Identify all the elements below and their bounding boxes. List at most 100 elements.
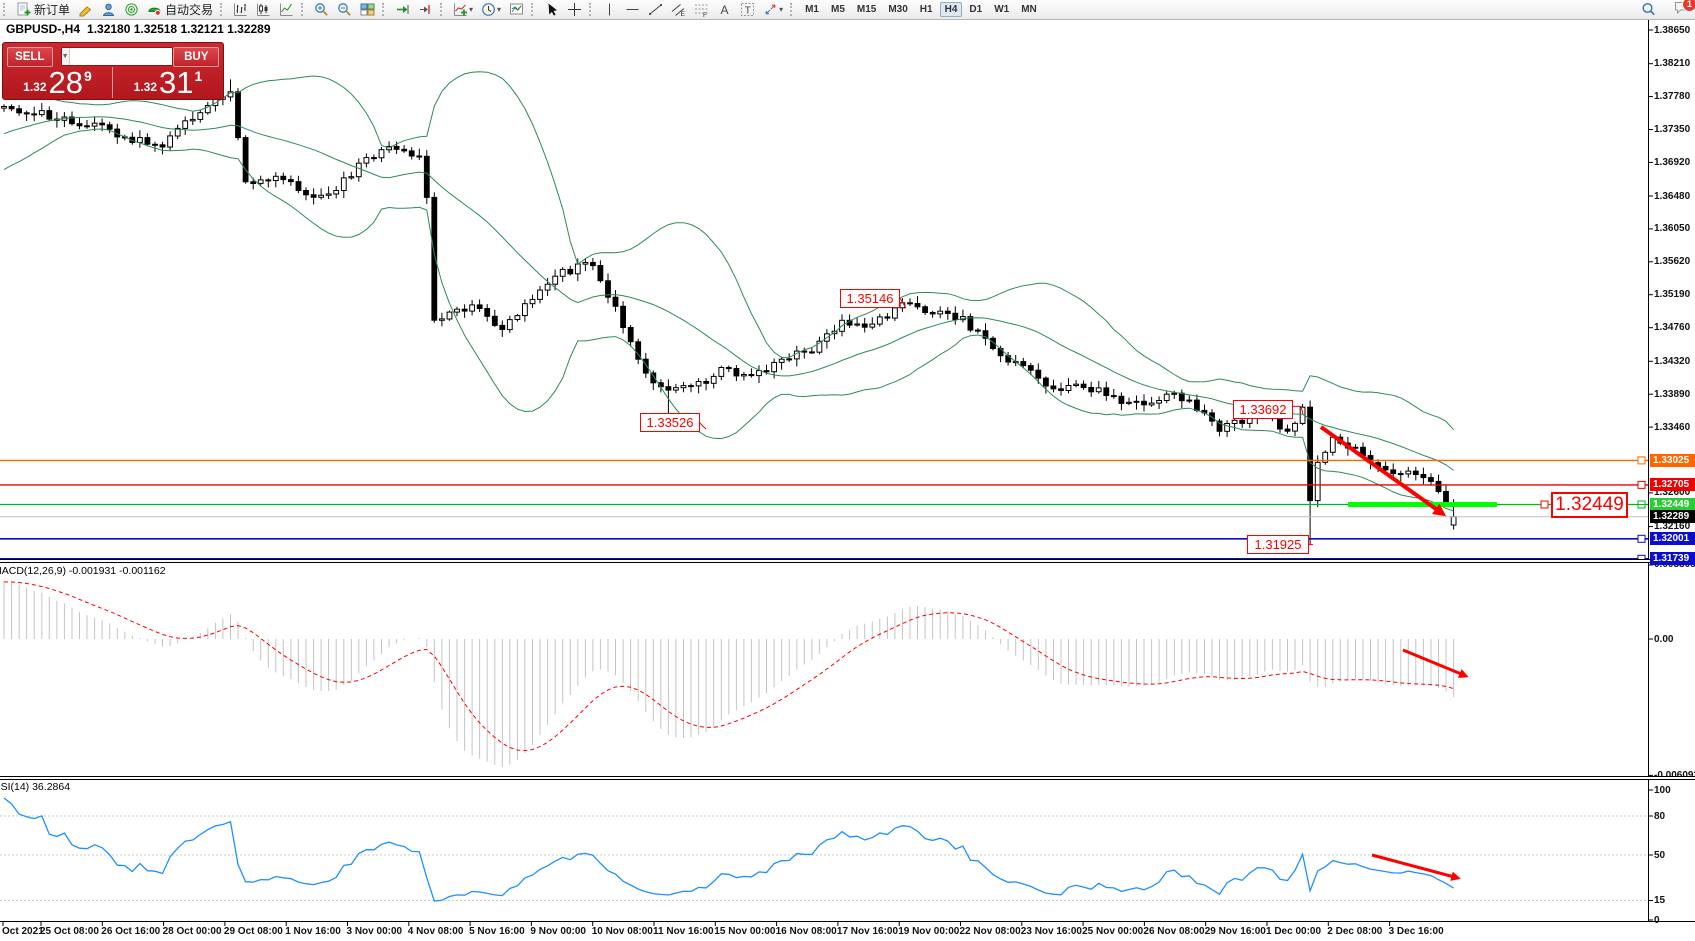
svg-text:E: E — [681, 11, 686, 17]
time-label-1: 25 Oct 08:00 — [40, 926, 99, 937]
timeframe-m30-button[interactable]: M30 — [883, 2, 912, 17]
time-label-5: 1 Nov 16:00 — [285, 926, 341, 937]
indicator-icon — [453, 2, 468, 17]
macd-pane-separator[interactable] — [0, 559, 1695, 563]
timeframe-m1-button[interactable]: M1 — [800, 2, 824, 17]
price-tick-1.36920: 1.36920 — [1654, 157, 1690, 168]
time-label-2: 26 Oct 16:00 — [101, 926, 160, 937]
sell-price[interactable]: 1.32 28 9 — [3, 67, 113, 98]
price-annotation-1.33526[interactable]: 1.33526 — [640, 413, 700, 432]
text-button[interactable]: A — [714, 0, 735, 19]
horizontal-line-button[interactable] — [622, 0, 643, 19]
price-chart[interactable] — [0, 0, 1695, 941]
zoom-out-button[interactable] — [334, 0, 355, 19]
new-order-label: 新订单 — [34, 1, 70, 18]
price-tick-1.38650: 1.38650 — [1654, 25, 1690, 36]
candles-icon — [256, 2, 271, 17]
line-chart-button[interactable] — [276, 0, 297, 19]
time-label-19: 26 Nov 08:00 — [1143, 926, 1204, 937]
crosshair-button[interactable] — [564, 0, 585, 19]
price-annotation-1.32449[interactable]: 1.32449 — [1551, 492, 1628, 518]
buy-price[interactable]: 1.32 31 1 — [113, 67, 223, 98]
price-annotation-1.31925[interactable]: 1.31925 — [1247, 535, 1309, 554]
price-tick-1.36480: 1.36480 — [1654, 191, 1690, 202]
equidistant-channel-button[interactable]: E — [668, 0, 689, 19]
price-marker-1.31739: 1.31739 — [1650, 552, 1695, 565]
periods-button[interactable]: ▾ — [478, 0, 504, 19]
bar-chart-button[interactable] — [230, 0, 251, 19]
candlestick-chart-button[interactable] — [253, 0, 274, 19]
vertical-line-button[interactable] — [599, 0, 620, 19]
timeframe-mn-button[interactable]: MN — [1016, 2, 1042, 17]
price-annotation-1.33692[interactable]: 1.33692 — [1233, 400, 1293, 419]
templates-button[interactable] — [506, 0, 527, 19]
text-label-button[interactable]: T — [737, 0, 758, 19]
price-tick-1.35190: 1.35190 — [1654, 289, 1690, 300]
time-label-4: 29 Oct 08:00 — [224, 926, 283, 937]
sell-button[interactable]: SELL — [7, 47, 53, 67]
price-marker-1.32289: 1.32289 — [1650, 510, 1695, 523]
profile-button[interactable] — [98, 0, 119, 19]
channel-icon: E — [671, 2, 686, 17]
chevron-down-icon[interactable]: ▾ — [469, 5, 473, 14]
chat-button[interactable]: 1 — [1674, 0, 1689, 20]
crosshair-icon — [567, 2, 582, 17]
buy-button[interactable]: BUY — [173, 47, 219, 67]
one-click-trading-panel: SELL ▼ ▲ BUY 1.32 28 9 1.32 31 1 — [2, 42, 224, 100]
chevron-down-icon[interactable]: ▾ — [497, 5, 501, 14]
mt4-window: 新订单 自动交易 ▾ ▾ EFAT ▾ M1M5M15M30H1H4D1W1MN 1 GBPU… — [0, 0, 1695, 941]
rsi-line — [4, 798, 1454, 901]
volume-decrease-button[interactable]: ▼ — [62, 48, 70, 65]
price-tick-1.36050: 1.36050 — [1654, 223, 1690, 234]
trade-controls-row: SELL ▼ ▲ BUY — [3, 47, 223, 66]
hline-icon — [625, 2, 640, 17]
rsi-tick-0: 0 — [1654, 915, 1660, 926]
template-icon — [509, 2, 524, 17]
time-label-12: 15 Nov 00:00 — [714, 926, 775, 937]
time-label-21: 1 Dec 00:00 — [1266, 926, 1321, 937]
rsi-pane-separator[interactable] — [0, 776, 1695, 780]
clock-icon — [481, 2, 496, 17]
toolbar-grip — [531, 3, 536, 16]
new-order-button[interactable]: 新订单 — [13, 0, 73, 19]
timeframe-m5-button[interactable]: M5 — [826, 2, 850, 17]
zoom-in-icon — [314, 2, 329, 17]
zoom-in-button[interactable] — [311, 0, 332, 19]
time-label-11: 11 Nov 16:00 — [653, 926, 714, 937]
time-label-14: 17 Nov 16:00 — [837, 926, 898, 937]
chart-header: GBPUSD-,H41.32180 1.32518 1.32121 1.3228… — [6, 22, 278, 36]
vline-icon — [602, 2, 617, 17]
search-button[interactable] — [1638, 0, 1659, 19]
chart-shift-button[interactable] — [415, 0, 436, 19]
signals-button[interactable] — [121, 0, 142, 19]
price-marker-1.32705: 1.32705 — [1650, 478, 1695, 491]
toolbar-grip — [589, 3, 594, 16]
trendline-button[interactable] — [645, 0, 666, 19]
autotrading-button[interactable]: 自动交易 — [144, 0, 216, 19]
autotrading-label: 自动交易 — [165, 1, 213, 18]
timeframe-h4-button[interactable]: H4 — [940, 2, 963, 17]
radar-icon — [124, 2, 139, 17]
macd-histogram — [4, 581, 1454, 767]
metaeditor-button[interactable] — [75, 0, 96, 19]
fibonacci-button[interactable]: F — [691, 0, 712, 19]
volume-input[interactable] — [70, 48, 174, 65]
price-tick-1.35620: 1.35620 — [1654, 256, 1690, 267]
auto-scroll-button[interactable] — [392, 0, 413, 19]
autotrade-icon — [147, 2, 162, 17]
notification-badge: 1 — [1682, 0, 1695, 12]
timeframe-m15-button[interactable]: M15 — [852, 2, 881, 17]
price-annotation-1.35146[interactable]: 1.35146 — [840, 289, 900, 308]
chevron-down-icon[interactable]: ▾ — [779, 5, 783, 14]
price-tick-1.37350: 1.37350 — [1654, 124, 1690, 135]
svg-text:T: T — [745, 6, 751, 17]
cursor-button[interactable] — [541, 0, 562, 19]
time-label-20: 29 Nov 16:00 — [1205, 926, 1266, 937]
indicators-button[interactable]: ▾ — [450, 0, 476, 19]
tile-windows-button[interactable] — [357, 0, 378, 19]
timeframe-w1-button[interactable]: W1 — [989, 2, 1014, 17]
timeframe-h1-button[interactable]: H1 — [915, 2, 938, 17]
arrows-button[interactable]: ▾ — [760, 0, 786, 19]
time-label-10: 10 Nov 08:00 — [592, 926, 653, 937]
timeframe-d1-button[interactable]: D1 — [964, 2, 987, 17]
